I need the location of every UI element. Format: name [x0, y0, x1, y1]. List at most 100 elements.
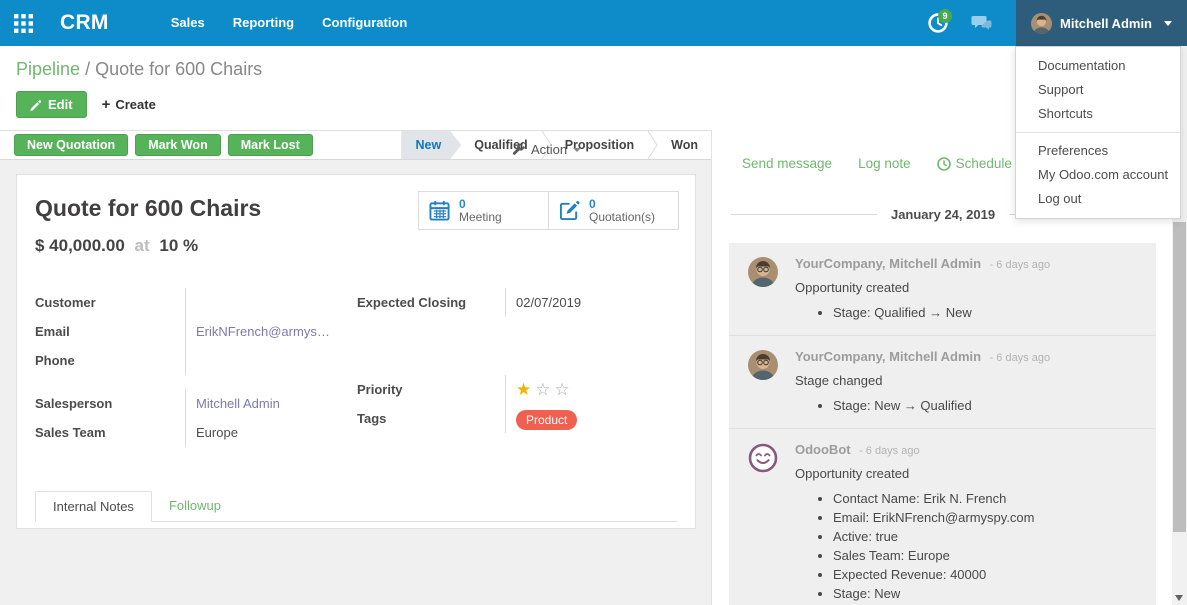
scrollbar-down-arrow[interactable] [1175, 595, 1183, 601]
main-menus: Sales Reporting Configuration [157, 0, 422, 46]
avatar[interactable] [748, 443, 778, 473]
menu-item-documentation[interactable]: Documentation [1016, 54, 1180, 78]
stage-won[interactable]: Won [658, 138, 711, 152]
scrollbar-thumb[interactable] [1173, 222, 1186, 532]
phone-label: Phone [35, 346, 185, 375]
breadcrumb-pipeline-link[interactable]: Pipeline [16, 59, 80, 79]
avatar[interactable] [748, 257, 778, 287]
menu-item-support[interactable]: Support [1016, 78, 1180, 102]
meeting-count: 0 [459, 198, 502, 211]
menu-item-odoo-account[interactable]: My Odoo.com account [1016, 163, 1180, 187]
message-item: YourCompany, Mitchell Admin - 6 days ago… [729, 335, 1156, 428]
menu-item-shortcuts[interactable]: Shortcuts [1016, 102, 1180, 126]
send-message-button[interactable]: Send message [742, 156, 832, 171]
menu-configuration[interactable]: Configuration [308, 0, 421, 46]
mark-won-button[interactable]: Mark Won [135, 134, 221, 156]
wrench-icon [512, 143, 525, 156]
tag-product[interactable]: Product [516, 410, 577, 430]
sales-field-group: Salesperson Sales Team Mitchell Admin Eu… [35, 389, 357, 447]
create-button[interactable]: + Create [102, 97, 156, 112]
message-timestamp: - 6 days ago [990, 352, 1051, 364]
salesperson-value[interactable]: Mitchell Admin [196, 389, 357, 418]
message-tracking-list: Stage: New → Qualified [795, 396, 1144, 415]
meeting-stat-button[interactable]: 0 Meeting [418, 191, 549, 230]
breadcrumb-separator: / [85, 59, 90, 79]
crm-opportunity-page: CRM Sales Reporting Configuration 9 [0, 0, 1187, 605]
user-menu-button[interactable]: Mitchell Admin [1016, 0, 1187, 46]
user-avatar-photo-icon [748, 350, 778, 380]
stage-new[interactable]: New [402, 131, 462, 159]
edit-note-icon [559, 200, 580, 221]
message-item: YourCompany, Mitchell Admin - 6 days ago… [729, 243, 1156, 335]
edit-button[interactable]: Edit [16, 91, 87, 118]
separator-line [731, 214, 877, 215]
content-area: New Quotation Mark Won Mark Lost New Qua… [0, 130, 1187, 605]
mark-lost-button[interactable]: Mark Lost [228, 134, 313, 156]
menu-reporting[interactable]: Reporting [219, 0, 308, 46]
closing-field-group: Expected Closing 02/07/2019 [357, 288, 677, 317]
messages-button[interactable] [960, 0, 1004, 46]
fields-grid: Customer Email Phone ErikNFrench@armys… [35, 288, 677, 447]
quotations-count: 0 [589, 198, 655, 211]
user-avatar [1031, 13, 1052, 34]
chevron-down-icon [1164, 21, 1172, 26]
apps-menu-button[interactable] [0, 0, 46, 46]
message-timestamp: - 6 days ago [990, 259, 1051, 271]
message-body: Opportunity created [795, 464, 1144, 483]
expected-closing-value[interactable]: 02/07/2019 [516, 288, 677, 317]
tab-internal-notes[interactable]: Internal Notes [35, 491, 152, 522]
form-pane: New Quotation Mark Won Mark Lost New Qua… [0, 130, 712, 605]
message-author[interactable]: YourCompany, Mitchell Admin [795, 349, 981, 364]
priority-label: Priority [357, 375, 505, 404]
message-tracking-list: Stage: Qualified → New [795, 303, 1144, 322]
message-body: Opportunity created [795, 278, 1144, 297]
meeting-label: Meeting [459, 211, 502, 224]
control-panel-buttons: Edit + Create [16, 91, 1187, 118]
clock-icon [937, 157, 951, 171]
breadcrumb: Pipeline / Quote for 600 Chairs [16, 59, 1187, 80]
user-dropdown-menu: Documentation Support Shortcuts Preferen… [1015, 46, 1181, 219]
plus-icon: + [102, 98, 111, 111]
app-brand[interactable]: CRM [60, 11, 109, 35]
statusbar: New Quotation Mark Won Mark Lost New Qua… [0, 130, 711, 160]
activities-button[interactable]: 9 [916, 0, 960, 46]
message-tracking-list: Contact Name: Erik N. French Email: Erik… [795, 489, 1144, 605]
menu-sales[interactable]: Sales [157, 0, 219, 46]
star-filled-icon[interactable]: ★ [516, 380, 535, 399]
quotations-stat-button[interactable]: 0 Quotation(s) [548, 191, 679, 230]
tab-followup[interactable]: Followup [152, 491, 238, 521]
contact-field-group: Customer Email Phone ErikNFrench@armys… [35, 288, 357, 375]
user-avatar-photo-icon [748, 257, 778, 287]
message-list: YourCompany, Mitchell Admin - 6 days ago… [729, 243, 1156, 605]
sales-team-value[interactable]: Europe [196, 418, 357, 447]
message-author[interactable]: OdooBot [795, 442, 851, 457]
log-note-label: Log note [858, 156, 911, 171]
chat-bubbles-icon [971, 14, 993, 32]
log-note-button[interactable]: Log note [858, 156, 911, 171]
new-quotation-button[interactable]: New Quotation [14, 134, 128, 156]
email-value[interactable]: ErikNFrench@armys… [196, 317, 357, 346]
menu-item-preferences[interactable]: Preferences [1016, 139, 1180, 163]
create-button-label: Create [115, 97, 155, 112]
message-body: Stage changed [795, 371, 1144, 390]
action-label: Action [531, 142, 567, 157]
tracking-value: Contact Name: Erik N. French [833, 489, 1144, 508]
odoobot-avatar-icon [748, 443, 778, 473]
avatar[interactable] [748, 350, 778, 380]
phone-value[interactable] [196, 346, 357, 375]
message-author[interactable]: YourCompany, Mitchell Admin [795, 256, 981, 271]
expected-closing-label: Expected Closing [357, 288, 505, 317]
customer-value[interactable] [196, 288, 357, 317]
expected-revenue-value: $ 40,000.00 [35, 236, 125, 255]
calendar-icon [429, 200, 450, 221]
expected-revenue-row: $ 40,000.00 at 10 % [35, 236, 677, 256]
action-dropdown-button[interactable]: Action [512, 142, 581, 157]
activity-count-badge: 9 [938, 9, 952, 23]
menu-item-logout[interactable]: Log out [1016, 187, 1180, 211]
message-timestamp: - 6 days ago [859, 445, 920, 457]
star-empty-icon[interactable]: ☆ [535, 380, 554, 399]
tracking-value: Active: true [833, 527, 1144, 546]
star-empty-icon[interactable]: ☆ [555, 380, 574, 399]
chevron-down-icon [573, 148, 581, 152]
form-background: Quote for 600 Chairs $ 40,000.00 at 10 % [0, 160, 711, 605]
